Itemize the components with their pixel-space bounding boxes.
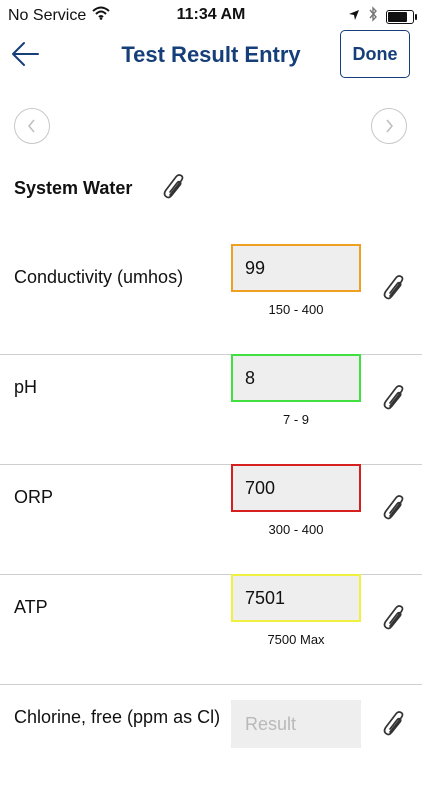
chevron-left-icon xyxy=(27,119,35,133)
done-button[interactable]: Done xyxy=(340,30,410,78)
paperclip-icon xyxy=(383,495,404,520)
range-label: 7500 Max xyxy=(267,632,325,647)
status-right xyxy=(348,6,417,27)
chevron-right-icon xyxy=(386,119,394,133)
result-row-orp: ORP 300 - 400 xyxy=(0,464,422,575)
previous-button[interactable] xyxy=(14,108,50,144)
section-title: System Water xyxy=(14,178,133,198)
result-input-atp[interactable] xyxy=(231,574,361,622)
result-row-chlorine: Chlorine, free (ppm as Cl) xyxy=(0,684,422,794)
row-label: Chlorine, free (ppm as Cl) xyxy=(14,707,221,727)
range-label: 300 - 400 xyxy=(268,522,324,537)
result-input-conductivity[interactable] xyxy=(231,244,361,292)
paperclip-icon xyxy=(163,174,184,199)
paperclip-icon xyxy=(383,711,404,736)
attach-button-orp[interactable] xyxy=(381,494,409,524)
battery-icon xyxy=(386,9,417,24)
location-arrow-icon xyxy=(348,8,360,26)
attach-button-ph[interactable] xyxy=(381,384,409,414)
attach-button-chlorine[interactable] xyxy=(381,710,409,740)
navigation-bar: Test Result Entry Done xyxy=(0,30,422,80)
result-input-chlorine[interactable] xyxy=(231,700,361,748)
range-label: 7 - 9 xyxy=(282,412,309,427)
result-row-atp: ATP 7500 Max xyxy=(0,574,422,685)
status-bar: No Service 11:34 AM xyxy=(0,0,422,30)
section-attach-button[interactable] xyxy=(161,173,189,203)
result-input-ph[interactable] xyxy=(231,354,361,402)
row-label: pH xyxy=(14,377,38,397)
row-label: ATP xyxy=(14,597,48,617)
paperclip-icon xyxy=(383,605,404,630)
attach-button-conductivity[interactable] xyxy=(381,274,409,304)
battery-fill xyxy=(388,11,407,22)
row-label: ORP xyxy=(14,487,54,507)
paperclip-icon xyxy=(383,385,404,410)
next-button[interactable] xyxy=(371,108,407,144)
result-row-ph: pH 7 - 9 xyxy=(0,354,422,465)
attach-button-atp[interactable] xyxy=(381,604,409,634)
row-label: Conductivity (umhos) xyxy=(14,267,184,287)
bluetooth-icon xyxy=(368,6,378,27)
result-row-conductivity: Conductivity (umhos) 150 - 400 xyxy=(0,244,422,355)
range-label: 150 - 400 xyxy=(268,302,324,317)
result-input-orp[interactable] xyxy=(231,464,361,512)
paperclip-icon xyxy=(383,275,404,300)
